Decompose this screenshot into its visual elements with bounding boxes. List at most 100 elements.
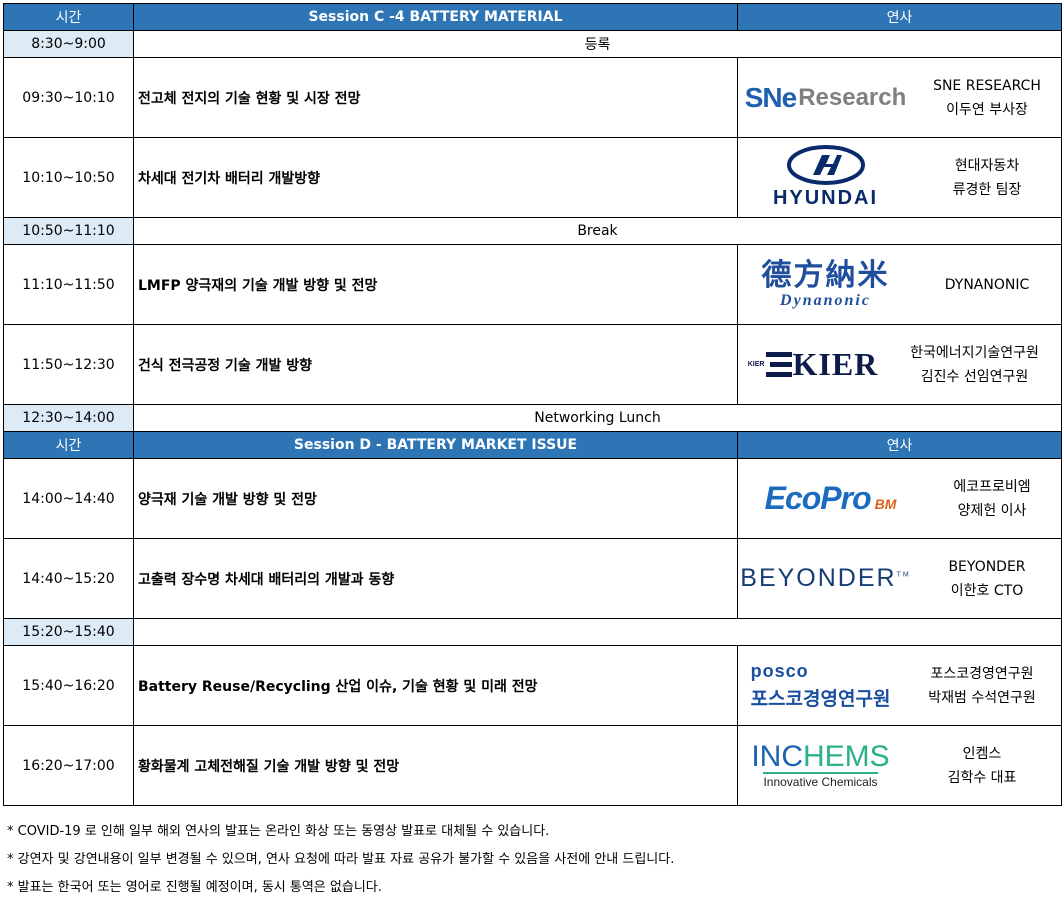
speaker-cell: 德方納米 Dynanonic DYNANONIC bbox=[737, 244, 1062, 325]
time-cell: 15:40~16:20 bbox=[3, 645, 134, 726]
speaker-cell: SNe Research SNE RESEARCH 이두연 부사장 bbox=[737, 57, 1062, 138]
logo-text: EcoPro bbox=[764, 480, 872, 516]
speaker-org: 에코프로비엠 bbox=[953, 478, 1031, 495]
schedule-row: 14:40~15:20 고출력 장수명 차세대 배터리의 개발과 동향 BEYO… bbox=[3, 538, 1062, 619]
schedule-row: 16:20~17:00 황화물계 고체전해질 기술 개발 방향 및 전망 INC… bbox=[3, 725, 1062, 806]
speaker-cell: BEYONDERTM BEYONDER 이한호 CTO bbox=[737, 538, 1062, 619]
speaker-cell: EcoPro BM 에코프로비엠 양제헌 이사 bbox=[737, 458, 1062, 539]
speaker-name: 이한호 CTO bbox=[950, 582, 1024, 599]
speaker-org: 한국에너지기술연구원 bbox=[910, 344, 1039, 361]
speaker-info: DYNANONIC bbox=[913, 273, 1061, 297]
logo-text: HEMS bbox=[802, 740, 890, 773]
header-time: 시간 bbox=[3, 431, 134, 459]
logo-text: 德方納米 bbox=[761, 257, 890, 293]
header-time: 시간 bbox=[3, 3, 134, 31]
logo-text: INC bbox=[751, 740, 803, 773]
schedule-row: 11:10~11:50 LMFP 양극재의 기술 개발 방향 및 전망 德方納米… bbox=[3, 244, 1062, 325]
header-speaker: 연사 bbox=[737, 3, 1062, 31]
speaker-name: 양제헌 이사 bbox=[957, 502, 1027, 519]
speaker-info: 한국에너지기술연구원 김진수 선임연구원 bbox=[888, 341, 1061, 389]
logo-text: KIER bbox=[792, 346, 879, 382]
talk-title: LMFP 양극재의 기술 개발 방향 및 전망 bbox=[133, 244, 738, 325]
logo-text: Dynanonic bbox=[780, 291, 871, 309]
speaker-info: 포스코경영연구원 박재범 수석연구원 bbox=[903, 662, 1061, 710]
footnote: * 강연자 및 강연내용이 일부 변경될 수 있으며, 연사 요청에 따라 발표… bbox=[7, 852, 675, 867]
hyundai-logo: HYUNDAI bbox=[739, 145, 914, 210]
time-cell: 14:00~14:40 bbox=[3, 458, 134, 539]
schedule-row: 09:30~10:10 전고체 전지의 기술 현황 및 시장 전망 SNe Res… bbox=[3, 57, 1062, 138]
session-d-title: Session D - BATTERY MARKET ISSUE bbox=[133, 431, 738, 459]
time-cell: 15:20~15:40 bbox=[3, 618, 134, 646]
talk-title: 고출력 장수명 차세대 배터리의 개발과 동향 bbox=[133, 538, 738, 619]
hyundai-emblem-icon bbox=[786, 145, 865, 185]
logo-text: SNe bbox=[744, 81, 797, 113]
time-cell: 09:30~10:10 bbox=[3, 57, 134, 138]
beyonder-logo: BEYONDERTM bbox=[740, 564, 911, 592]
speaker-name: 이두연 부사장 bbox=[946, 101, 1028, 118]
posco-logo: posco 포스코경영연구원 bbox=[739, 660, 904, 711]
talk-title: 건식 전극공정 기술 개발 방향 bbox=[133, 324, 738, 405]
speaker-name: 김학수 대표 bbox=[947, 769, 1017, 786]
logo-text: Research bbox=[798, 83, 907, 111]
time-cell: 8:30~9:00 bbox=[3, 30, 134, 58]
footnotes: * COVID-19 로 인해 일부 해외 연사의 발표는 온라인 화상 또는 … bbox=[7, 818, 674, 902]
time-cell: 12:30~14:00 bbox=[3, 404, 134, 432]
talk-title: 전고체 전지의 기술 현황 및 시장 전망 bbox=[133, 57, 738, 138]
time-cell: 10:50~11:10 bbox=[3, 217, 134, 245]
talk-title: Battery Reuse/Recycling 산업 이슈, 기술 현황 및 미… bbox=[133, 645, 738, 726]
session-c-header: 시간 Session C -4 BATTERY MATERIAL 연사 bbox=[3, 3, 1062, 31]
talk-title: 황화물계 고체전해질 기술 개발 방향 및 전망 bbox=[133, 725, 738, 806]
time-cell: 11:10~11:50 bbox=[3, 244, 134, 325]
session-d-header: 시간 Session D - BATTERY MARKET ISSUE 연사 bbox=[3, 431, 1062, 459]
logo-tagline: Innovative Chemicals bbox=[763, 772, 878, 789]
talk-title: 양극재 기술 개발 방향 및 전망 bbox=[133, 458, 738, 539]
logo-text: BEYONDER bbox=[740, 564, 897, 592]
time-cell: 11:50~12:30 bbox=[3, 324, 134, 405]
speaker-info: SNE RESEARCH 이두연 부사장 bbox=[913, 74, 1061, 122]
schedule-table: 시간 Session C -4 BATTERY MATERIAL 연사 8:30… bbox=[3, 3, 1062, 806]
speaker-info: 인켐스 김학수 대표 bbox=[903, 742, 1061, 790]
schedule-row: 11:50~12:30 건식 전극공정 기술 개발 방향 KIER KIER 한… bbox=[3, 324, 1062, 405]
empty-label bbox=[133, 618, 1062, 646]
speaker-info: 에코프로비엠 양제헌 이사 bbox=[923, 475, 1061, 523]
speaker-name: 류경한 팀장 bbox=[952, 181, 1022, 198]
time-cell: 14:40~15:20 bbox=[3, 538, 134, 619]
speaker-org: SNE RESEARCH bbox=[933, 77, 1041, 94]
logo-text: HYUNDAI bbox=[772, 187, 879, 209]
dynanonic-logo: 德方納米 Dynanonic bbox=[739, 257, 914, 310]
speaker-cell: HYUNDAI 현대자동차 류경한 팀장 bbox=[737, 137, 1062, 218]
schedule-row: 10:10~10:50 차세대 전기차 배터리 개발방향 HYUNDAI 현대자… bbox=[3, 137, 1062, 218]
session-c-title: Session C -4 BATTERY MATERIAL bbox=[133, 3, 738, 31]
speaker-cell: INCHEMS Innovative Chemicals 인켐스 김학수 대표 bbox=[737, 725, 1062, 806]
schedule-row: 15:40~16:20 Battery Reuse/Recycling 산업 이… bbox=[3, 645, 1062, 726]
speaker-org: 현대자동차 bbox=[954, 157, 1020, 174]
lunch-label: Networking Lunch bbox=[133, 404, 1062, 432]
footnote: * 발표는 한국어 또는 영어로 진행될 예정이며, 동시 통역은 없습니다. bbox=[7, 880, 382, 895]
talk-title: 차세대 전기차 배터리 개발방향 bbox=[133, 137, 738, 218]
registration-label: 등록 bbox=[133, 30, 1062, 58]
speaker-cell: posco 포스코경영연구원 포스코경영연구원 박재범 수석연구원 bbox=[737, 645, 1062, 726]
break-label: Break bbox=[133, 217, 1062, 245]
logo-text: 포스코경영연구원 bbox=[750, 687, 891, 710]
header-speaker: 연사 bbox=[737, 431, 1062, 459]
schedule-row: 15:20~15:40 bbox=[3, 618, 1062, 646]
speaker-org: 인켐스 bbox=[962, 745, 1002, 762]
time-cell: 16:20~17:00 bbox=[3, 725, 134, 806]
schedule-row: 14:00~14:40 양극재 기술 개발 방향 및 전망 EcoPro BM 에… bbox=[3, 458, 1062, 539]
logo-text: BM bbox=[874, 496, 897, 512]
kier-logo: KIER KIER bbox=[739, 346, 889, 383]
speaker-cell: KIER KIER 한국에너지기술연구원 김진수 선임연구원 bbox=[737, 324, 1062, 405]
speaker-org: DYNANONIC bbox=[944, 276, 1030, 293]
sne-research-logo: SNe Research bbox=[739, 81, 914, 114]
logo-text: posco bbox=[750, 660, 809, 681]
speaker-name: 박재범 수석연구원 bbox=[928, 689, 1036, 706]
time-cell: 10:10~10:50 bbox=[3, 137, 134, 218]
schedule-row: 10:50~11:10 Break bbox=[3, 217, 1062, 245]
kier-emblem-icon bbox=[766, 351, 793, 377]
logo-text: KIER bbox=[747, 361, 765, 368]
speaker-org: 포스코경영연구원 bbox=[930, 665, 1034, 682]
speaker-info: BEYONDER 이한호 CTO bbox=[913, 555, 1061, 603]
schedule-row: 8:30~9:00 등록 bbox=[3, 30, 1062, 58]
speaker-info: 현대자동차 류경한 팀장 bbox=[913, 154, 1061, 202]
schedule-row: 12:30~14:00 Networking Lunch bbox=[3, 404, 1062, 432]
